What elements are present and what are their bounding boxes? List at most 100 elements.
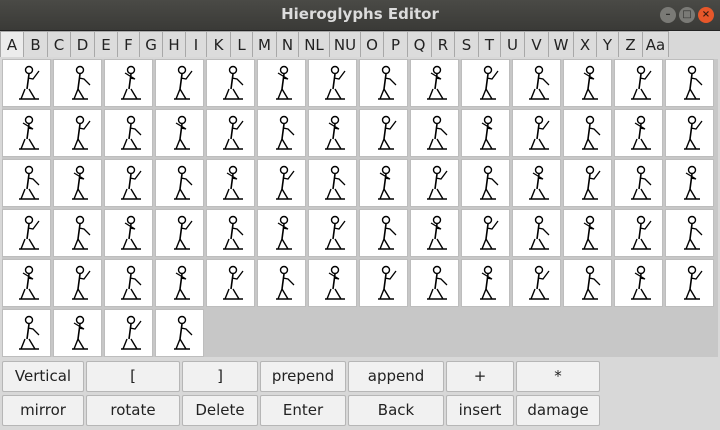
vertical-button[interactable]: Vertical (2, 361, 84, 392)
glyph-cell[interactable] (512, 159, 561, 207)
append-button[interactable]: append (348, 361, 444, 392)
glyph-cell[interactable] (155, 259, 204, 307)
glyph-cell[interactable] (359, 209, 408, 257)
glyph-cell[interactable] (206, 259, 255, 307)
plus-button[interactable]: + (446, 361, 514, 392)
glyph-cell[interactable] (257, 109, 306, 157)
tab-t[interactable]: T (478, 31, 501, 57)
glyph-cell[interactable] (155, 109, 204, 157)
glyph-cell[interactable] (461, 159, 510, 207)
glyph-cell[interactable] (2, 209, 51, 257)
glyph-cell[interactable] (2, 159, 51, 207)
glyph-cell[interactable] (410, 59, 459, 107)
glyph-cell[interactable] (461, 209, 510, 257)
glyph-cell[interactable] (155, 159, 204, 207)
glyph-cell[interactable] (359, 109, 408, 157)
tab-q[interactable]: Q (407, 31, 432, 57)
glyph-cell[interactable] (512, 209, 561, 257)
tab-o[interactable]: O (360, 31, 384, 57)
tab-p[interactable]: P (383, 31, 408, 57)
damage-button[interactable]: damage (516, 395, 600, 426)
glyph-cell[interactable] (665, 159, 714, 207)
glyph-cell[interactable] (665, 259, 714, 307)
glyph-cell[interactable] (512, 259, 561, 307)
glyph-cell[interactable] (410, 159, 459, 207)
glyph-cell[interactable] (359, 159, 408, 207)
glyph-cell[interactable] (359, 259, 408, 307)
tab-m[interactable]: M (252, 31, 277, 57)
glyph-cell[interactable] (257, 159, 306, 207)
glyph-cell[interactable] (665, 59, 714, 107)
tab-y[interactable]: Y (596, 31, 619, 57)
glyph-cell[interactable] (614, 59, 663, 107)
glyph-cell[interactable] (2, 309, 51, 357)
glyph-cell[interactable] (461, 109, 510, 157)
tab-nl[interactable]: NL (298, 31, 330, 57)
glyph-cell[interactable] (308, 109, 357, 157)
delete-button[interactable]: Delete (182, 395, 258, 426)
glyph-cell[interactable] (155, 209, 204, 257)
glyph-cell[interactable] (104, 259, 153, 307)
back-button[interactable]: Back (348, 395, 444, 426)
glyph-cell[interactable] (257, 209, 306, 257)
glyph-cell[interactable] (53, 59, 102, 107)
glyph-cell[interactable] (53, 209, 102, 257)
tab-c[interactable]: C (47, 31, 71, 57)
glyph-cell[interactable] (512, 59, 561, 107)
insert-button[interactable]: insert (446, 395, 514, 426)
glyph-cell[interactable] (155, 309, 204, 357)
glyph-cell[interactable] (563, 59, 612, 107)
glyph-cell[interactable] (563, 209, 612, 257)
glyph-cell[interactable] (563, 259, 612, 307)
maximize-icon[interactable]: □ (679, 7, 695, 23)
glyph-cell[interactable] (512, 109, 561, 157)
tab-n[interactable]: N (276, 31, 299, 57)
tab-u[interactable]: U (500, 31, 525, 57)
tab-nu[interactable]: NU (329, 31, 361, 57)
glyph-cell[interactable] (563, 159, 612, 207)
glyph-cell[interactable] (206, 159, 255, 207)
glyph-cell[interactable] (563, 109, 612, 157)
glyph-cell[interactable] (614, 209, 663, 257)
glyph-cell[interactable] (2, 109, 51, 157)
glyph-cell[interactable] (53, 309, 102, 357)
tab-r[interactable]: R (431, 31, 455, 57)
glyph-cell[interactable] (53, 259, 102, 307)
glyph-cell[interactable] (104, 159, 153, 207)
tab-aa[interactable]: Aa (642, 31, 669, 57)
glyph-cell[interactable] (308, 209, 357, 257)
tab-l[interactable]: L (230, 31, 253, 57)
glyph-cell[interactable] (53, 109, 102, 157)
glyph-cell[interactable] (461, 259, 510, 307)
tab-s[interactable]: S (454, 31, 479, 57)
glyph-cell[interactable] (206, 209, 255, 257)
glyph-cell[interactable] (308, 159, 357, 207)
title-bar[interactable]: Hieroglyphs Editor – □ × (0, 0, 720, 31)
glyph-cell[interactable] (155, 59, 204, 107)
glyph-cell[interactable] (257, 59, 306, 107)
glyph-cell[interactable] (461, 59, 510, 107)
tab-w[interactable]: W (548, 31, 574, 57)
tab-k[interactable]: K (206, 31, 231, 57)
enter-button[interactable]: Enter (260, 395, 346, 426)
tab-g[interactable]: G (139, 31, 163, 57)
glyph-cell[interactable] (614, 159, 663, 207)
close-bracket-button[interactable]: ] (182, 361, 258, 392)
tab-e[interactable]: E (94, 31, 118, 57)
tab-h[interactable]: H (162, 31, 186, 57)
glyph-cell[interactable] (104, 309, 153, 357)
glyph-cell[interactable] (206, 109, 255, 157)
tab-b[interactable]: B (23, 31, 48, 57)
open-bracket-button[interactable]: [ (86, 361, 180, 392)
glyph-cell[interactable] (104, 59, 153, 107)
glyph-cell[interactable] (2, 59, 51, 107)
glyph-cell[interactable] (206, 59, 255, 107)
tab-a[interactable]: A (0, 31, 24, 57)
glyph-cell[interactable] (665, 109, 714, 157)
tab-z[interactable]: Z (618, 31, 643, 57)
rotate-button[interactable]: rotate (86, 395, 180, 426)
glyph-cell[interactable] (359, 59, 408, 107)
tab-i[interactable]: I (185, 31, 207, 57)
tab-d[interactable]: D (70, 31, 95, 57)
star-button[interactable]: * (516, 361, 600, 392)
